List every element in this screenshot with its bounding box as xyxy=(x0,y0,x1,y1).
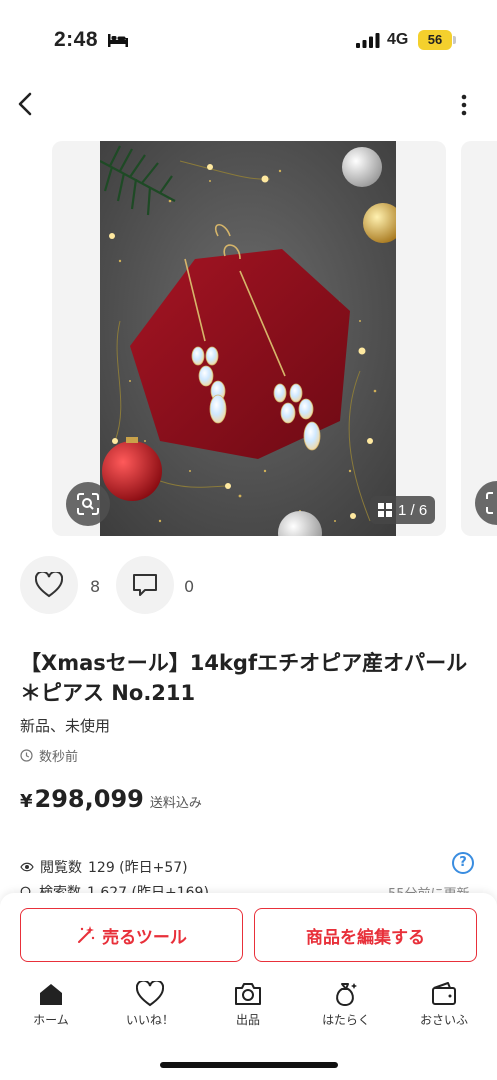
tab-wallet[interactable]: おさいふ xyxy=(404,981,484,1028)
sell-tool-button[interactable]: 売るツール xyxy=(20,908,243,962)
network-type: 4G xyxy=(387,31,409,48)
posted-time-text: 数秒前 xyxy=(39,750,79,765)
like-button[interactable] xyxy=(20,556,78,614)
home-icon xyxy=(40,984,62,1005)
image-counter-text: 1 / 6 xyxy=(398,501,428,519)
home-indicator xyxy=(160,1062,338,1068)
shipping-note: 送料込み xyxy=(149,796,202,811)
item-condition: 新品、未使用 xyxy=(20,717,111,735)
more-options-icon[interactable] xyxy=(454,92,474,118)
image-gallery[interactable] xyxy=(0,141,497,536)
clock-icon xyxy=(20,749,33,762)
comment-icon xyxy=(133,574,157,596)
image-counter: 1 / 6 xyxy=(370,496,436,524)
tab-sell-label: 出品 xyxy=(235,1013,260,1027)
tab-wallet-label: おさいふ xyxy=(419,1013,468,1027)
wallet-icon xyxy=(432,982,456,1005)
heart-icon xyxy=(35,572,63,598)
tab-sell[interactable]: 出品 xyxy=(208,981,288,1028)
gallery-next-slide[interactable] xyxy=(461,141,497,536)
edit-item-button[interactable]: 商品を編集する xyxy=(254,908,477,962)
status-time: 2:48 xyxy=(54,28,99,51)
scan-search-icon xyxy=(486,492,493,514)
price-currency: ¥ xyxy=(20,791,33,812)
battery-tip xyxy=(453,36,456,44)
scan-search-icon xyxy=(77,493,99,515)
grid-icon xyxy=(378,503,392,517)
battery-indicator: 56 xyxy=(418,30,452,50)
cellular-signal-icon xyxy=(356,33,380,48)
item-title: 【Xmasセール】14kgfエチオピア産オパール＊ピアス No.211 xyxy=(20,651,468,705)
help-icon[interactable]: ? xyxy=(452,852,474,874)
product-photo[interactable] xyxy=(100,141,396,536)
edit-item-label: 商品を編集する xyxy=(306,927,425,948)
camera-icon xyxy=(235,983,261,1005)
sleep-focus-icon xyxy=(108,34,128,47)
heart-icon xyxy=(136,981,164,1007)
tab-home-label: ホーム xyxy=(33,1013,69,1027)
view-stats: 閲覧数 129 (昨日+57) xyxy=(20,857,188,877)
tab-work-label: はたらく xyxy=(322,1013,370,1027)
like-count: 8 xyxy=(90,577,101,596)
eye-icon xyxy=(20,862,34,872)
tab-home[interactable]: ホーム xyxy=(11,981,91,1028)
tab-likes[interactable]: いいね！ xyxy=(110,981,190,1028)
back-arrow-icon[interactable] xyxy=(14,90,38,118)
price-value: 298,099 xyxy=(34,785,144,813)
money-bag-icon xyxy=(336,983,357,1007)
comment-count: 0 xyxy=(184,577,195,596)
sell-tool-label: 売るツール xyxy=(102,927,187,948)
tab-bar: ホーム いいね！ 出品 はたらく おさいふ xyxy=(0,981,497,1041)
item-detail-screen: 2:48 4G 56 1 / 6 8 0 【Xmasセール】14kgfエチオピア… xyxy=(0,0,497,1080)
bottom-panel: 売るツール 商品を編集する ホーム いいね！ 出品 はたらく おさいふ xyxy=(0,893,497,1080)
posted-time: 数秒前 xyxy=(20,746,78,765)
tab-work[interactable]: はたらく xyxy=(306,981,386,1028)
views-value: 129 (昨日+57) xyxy=(88,860,188,876)
status-bar: 2:48 4G 56 xyxy=(0,0,497,80)
item-price: ¥ 298,099 送料込み xyxy=(20,785,202,813)
magic-wand-icon xyxy=(78,926,95,943)
comment-button[interactable] xyxy=(116,556,174,614)
image-search-button[interactable] xyxy=(475,481,497,525)
image-search-button[interactable] xyxy=(66,482,110,526)
views-label: 閲覧数 xyxy=(40,860,82,876)
tab-likes-label: いいね！ xyxy=(125,1013,174,1027)
